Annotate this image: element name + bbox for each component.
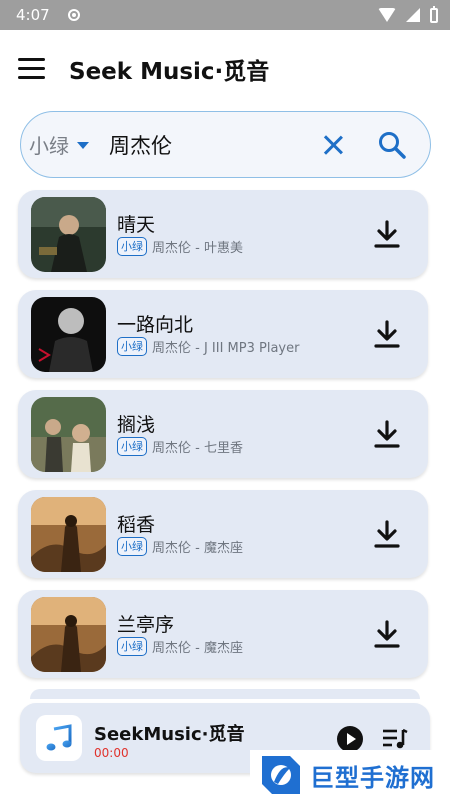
app-bar: Seek Music·觅音: [0, 30, 450, 108]
app-title: Seek Music·觅音: [69, 59, 270, 85]
download-icon[interactable]: [374, 320, 400, 350]
watermark: 巨型手游网: [250, 750, 450, 800]
cast-icon: [67, 9, 80, 21]
song-item[interactable]: 搁浅 小绿 周杰伦 - 七里香: [18, 390, 428, 478]
chevron-down-icon: [77, 142, 89, 149]
play-icon[interactable]: [337, 726, 363, 752]
watermark-text: 巨型手游网: [310, 763, 435, 792]
song-title: 稻香: [117, 514, 156, 536]
song-title: 晴天: [117, 214, 156, 236]
song-title: 兰亭序: [117, 614, 175, 636]
battery-icon: [430, 5, 438, 23]
song-artist: 周杰伦 - 魔杰座: [152, 541, 243, 556]
close-icon[interactable]: [322, 134, 344, 156]
search-input[interactable]: [109, 132, 289, 157]
song-meta: 小绿 周杰伦 - 七里香: [117, 437, 243, 456]
player-time: 00:00: [94, 746, 129, 760]
queue-icon[interactable]: [382, 728, 408, 750]
album-cover: [31, 397, 106, 472]
player-artwork: [36, 715, 82, 761]
download-icon[interactable]: [374, 420, 400, 450]
song-artist: 周杰伦 - J III MP3 Player: [152, 341, 300, 356]
download-icon[interactable]: [374, 520, 400, 550]
menu-icon[interactable]: [18, 58, 45, 80]
search-icon[interactable]: [377, 130, 407, 160]
album-cover: [31, 497, 106, 572]
song-item-partial: [30, 689, 420, 699]
source-badge: 小绿: [117, 537, 147, 556]
song-title: 一路向北: [117, 314, 194, 336]
song-item[interactable]: 稻香 小绿 周杰伦 - 魔杰座: [18, 490, 428, 578]
song-artist: 周杰伦 - 七里香: [152, 441, 243, 456]
player-title: SeekMusic·觅音: [94, 724, 245, 745]
watermark-logo-icon: [262, 756, 300, 794]
music-note-icon: [46, 724, 72, 751]
song-title: 搁浅: [117, 414, 156, 436]
status-time: 4:07: [16, 6, 50, 24]
song-list: 晴天 小绿 周杰伦 - 叶惠美 一路向北 小绿 周杰伦 - J III MP3 …: [18, 190, 428, 690]
song-item[interactable]: 晴天 小绿 周杰伦 - 叶惠美: [18, 190, 428, 278]
source-label: 小绿: [29, 134, 69, 158]
status-bar: 4:07: [0, 0, 450, 30]
album-cover: [31, 297, 106, 372]
song-item[interactable]: 兰亭序 小绿 周杰伦 - 魔杰座: [18, 590, 428, 678]
album-cover: [31, 197, 106, 272]
song-meta: 小绿 周杰伦 - 魔杰座: [117, 637, 243, 656]
source-dropdown[interactable]: 小绿: [29, 130, 89, 159]
wifi-icon: [378, 8, 396, 22]
song-item[interactable]: 一路向北 小绿 周杰伦 - J III MP3 Player: [18, 290, 428, 378]
source-badge: 小绿: [117, 437, 147, 456]
song-artist: 周杰伦 - 叶惠美: [152, 241, 243, 256]
song-meta: 小绿 周杰伦 - J III MP3 Player: [117, 337, 299, 356]
source-badge: 小绿: [117, 337, 147, 356]
song-meta: 小绿 周杰伦 - 魔杰座: [117, 537, 243, 556]
search-bar: 小绿: [20, 111, 431, 178]
source-badge: 小绿: [117, 237, 147, 256]
song-meta: 小绿 周杰伦 - 叶惠美: [117, 237, 243, 256]
song-artist: 周杰伦 - 魔杰座: [152, 641, 243, 656]
download-icon[interactable]: [374, 620, 400, 650]
download-icon[interactable]: [374, 220, 400, 250]
status-icons: [378, 5, 438, 23]
signal-icon: [406, 8, 420, 22]
source-badge: 小绿: [117, 637, 147, 656]
album-cover: [31, 597, 106, 672]
